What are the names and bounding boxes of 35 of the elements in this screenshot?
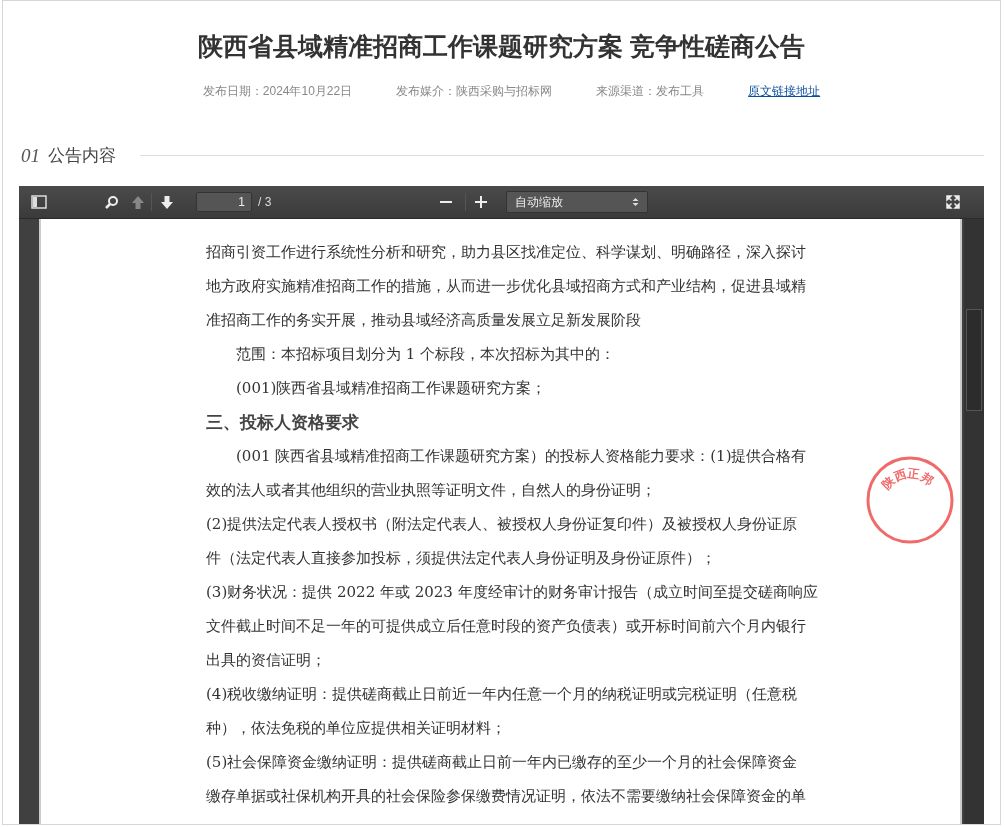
document-text-line: (4)税收缴纳证明：提供磋商截止日前近一年内任意一个月的纳税证明或完税证明（任意税 (206, 684, 798, 705)
meta-text: 发布日期：2024年10月22日 (202, 83, 353, 100)
section-title: 公告内容 (48, 145, 116, 167)
document-text-line: 准招商工作的务实开展，推动县域经济高质量发展立足新发展阶段 (206, 310, 641, 331)
arrow-down-icon[interactable] (160, 194, 174, 210)
document-text-line: (001 陕西省县域精准招商工作课题研究方案）的投标人资格能力要求：(1)提供合格有 (235, 446, 807, 467)
document-text-line: 效的法人或者其他组织的营业执照等证明文件，自然人的身份证明； (206, 480, 656, 501)
document-text-line: (3)财务状况：提供 2022 年或 2023 年度经审计的财务审计报告（成立时间至提交磋商响应 (206, 582, 818, 603)
arrow-up-icon[interactable] (131, 194, 145, 210)
meta-text: 来源渠道：发布工具 (596, 83, 705, 100)
document-text-line: 种），依法免税的单位应提供相关证明材料； (206, 718, 506, 739)
document-heading: 三、投标人资格要求 (206, 411, 359, 434)
document-text-line: 出具的资信证明； (206, 650, 326, 671)
document-text-line: 缴存单据或社保机构开具的社会保险参保缴费情况证明，依法不需要缴纳社会保障资金的单 (206, 786, 806, 807)
document-text-line: 文件截止时间不足一年的可提供成立后任意时段的资产负债表）或开标时间前六个月内银行 (206, 616, 806, 637)
fullscreen-icon[interactable] (946, 195, 960, 209)
zoom-in-icon[interactable] (474, 195, 489, 209)
page-count: / 3 (258, 195, 272, 209)
scrollbar[interactable] (964, 219, 984, 824)
document-text-line: (2)提供法定代表人授权书（附法定代表人、被授权人身份证复印件）及被授权人身份证原 (206, 514, 798, 535)
document-text-line: (001)陕西省县域精准招商工作课题研究方案； (235, 378, 547, 399)
document-text-line: 范围：本招标项目划分为 1 个标段，本次招标为其中的： (235, 344, 616, 365)
search-icon[interactable] (105, 195, 119, 209)
sidebar-toggle-icon[interactable] (31, 195, 47, 209)
document-text-line: 地方政府实施精准招商工作的措施，从而进一步优化县域招商方式和产业结构，促进县域精 (206, 276, 806, 297)
source-link[interactable]: 原文链接地址 (748, 83, 821, 100)
page-number-field[interactable]: 1 (196, 192, 252, 212)
section-number: 01 (21, 144, 40, 167)
document-text-line: 件（法定代表人直接参加投标，须提供法定代表人身份证明及身份证原件）； (206, 548, 716, 569)
select-arrows-icon (632, 197, 640, 207)
document-text-line: (5)社会保障资金缴纳证明：提供磋商截止日前一年内已缴存的至少一个月的社会保障资金 (206, 752, 798, 773)
document-text-line: 招商引资工作进行系统性分析和研究，助力县区找准定位、科学谋划、明确路径，深入探讨 (206, 242, 806, 263)
meta-text: 发布媒介：陕西采购与招标网 (396, 83, 553, 100)
page-title: 陕西省县域精准招商工作课题研究方案 竞争性磋商公告 (197, 31, 806, 62)
zoom-select[interactable]: 自动缩放 (506, 191, 649, 213)
